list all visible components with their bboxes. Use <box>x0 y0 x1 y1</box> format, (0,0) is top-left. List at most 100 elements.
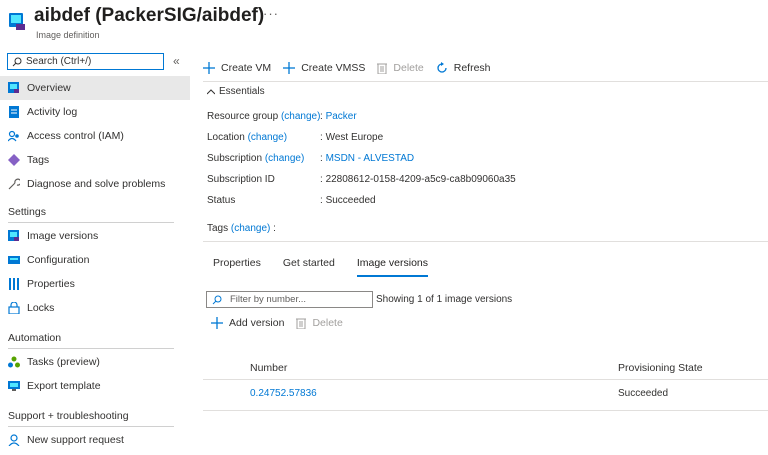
delete-button[interactable]: Delete <box>377 62 424 74</box>
colon: : <box>320 174 323 185</box>
wrench-icon <box>8 178 20 190</box>
sidebar-item-label: Tags <box>27 154 50 166</box>
chevron-up-icon <box>207 88 215 94</box>
collapse-sidebar-button[interactable]: « <box>173 54 180 68</box>
sidebar-item-diagnose[interactable]: Diagnose and solve problems <box>0 172 190 196</box>
resource-group-link[interactable]: Packer <box>326 111 357 122</box>
refresh-button[interactable]: Refresh <box>436 62 491 74</box>
tab-image-versions[interactable]: Image versions <box>356 257 429 277</box>
page-subtitle: Image definition <box>36 30 100 40</box>
sidebar-item-overview[interactable]: Overview <box>0 76 190 100</box>
section-divider <box>8 222 174 223</box>
more-options-button[interactable]: ··· <box>263 6 279 21</box>
add-version-button[interactable]: Add version <box>211 317 284 329</box>
property-label: Status <box>207 195 236 206</box>
colon: : <box>320 195 323 206</box>
essentials-toggle[interactable]: Essentials <box>207 86 265 97</box>
sidebar-item-properties[interactable]: Properties <box>0 272 190 296</box>
sidebar: Search (Ctrl+/) « Overview Activity log … <box>0 50 190 455</box>
add-version-label: Add version <box>229 317 285 329</box>
colon: : <box>320 132 323 143</box>
search-icon <box>12 57 22 66</box>
refresh-icon <box>437 62 447 73</box>
sidebar-item-label: Access control (IAM) <box>27 130 124 142</box>
sidebar-item-locks[interactable]: Locks <box>0 296 190 320</box>
sidebar-item-tags[interactable]: Tags <box>0 148 190 172</box>
create-vm-button[interactable]: Create VM <box>203 62 271 74</box>
settings-section-header: Settings <box>8 206 46 218</box>
colon: : <box>320 153 323 164</box>
delete-version-label: Delete <box>312 317 343 329</box>
sidebar-item-tasks[interactable]: Tasks (preview) <box>0 350 190 374</box>
colon: : <box>273 223 276 234</box>
activity-log-icon <box>8 106 20 118</box>
sidebar-item-label: Properties <box>27 278 75 290</box>
tab-properties[interactable]: Properties <box>213 257 261 275</box>
subscription-link[interactable]: MSDN - ALVESTAD <box>326 153 415 164</box>
delete-label: Delete <box>393 62 424 74</box>
column-header-provisioning-state[interactable]: Provisioning State <box>618 362 703 374</box>
property-label: Tags <box>207 223 229 234</box>
sidebar-item-label: Image versions <box>27 230 99 242</box>
automation-section-header: Automation <box>8 332 62 344</box>
table-row-divider <box>203 410 768 411</box>
sidebar-item-label: Export template <box>27 380 101 392</box>
configuration-icon <box>8 254 20 266</box>
main-content: Create VM Create VMSS Delete Refresh Ess… <box>203 50 768 455</box>
sidebar-search-input[interactable]: Search (Ctrl+/) <box>7 53 164 70</box>
export-template-icon <box>8 380 20 392</box>
change-resource-group-link[interactable]: (change) <box>281 111 320 122</box>
essentials-divider <box>203 241 768 242</box>
sidebar-item-iam[interactable]: Access control (IAM) <box>0 124 190 148</box>
lock-icon <box>8 302 20 314</box>
essentials-label: Essentials <box>219 86 265 97</box>
plus-icon <box>211 317 223 329</box>
versions-count-text: Showing 1 of 1 image versions <box>376 294 513 305</box>
create-vmss-label: Create VMSS <box>301 62 366 74</box>
support-section-header: Support + troubleshooting <box>8 410 129 422</box>
section-divider <box>8 426 174 427</box>
sidebar-item-activity-log[interactable]: Activity log <box>0 100 190 124</box>
provisioning-state-value: Succeeded <box>618 388 669 399</box>
sidebar-item-label: Locks <box>27 302 55 314</box>
sidebar-item-label: Overview <box>27 82 71 94</box>
create-vmss-button[interactable]: Create VMSS <box>283 62 365 74</box>
trash-icon <box>296 318 307 329</box>
filter-by-number-input[interactable]: Filter by number... <box>206 291 373 308</box>
tab-get-started[interactable]: Get started <box>283 257 335 275</box>
sidebar-item-label: New support request <box>27 434 124 446</box>
property-label: Location <box>207 132 245 143</box>
command-bar-divider <box>203 81 768 82</box>
create-vm-label: Create VM <box>221 62 272 74</box>
sidebar-item-label: Diagnose and solve problems <box>27 178 166 190</box>
property-label: Resource group <box>207 111 279 122</box>
change-location-link[interactable]: (change) <box>248 132 287 143</box>
tasks-icon <box>8 356 20 368</box>
property-label: Subscription <box>207 153 263 164</box>
version-number-link[interactable]: 0.24752.57836 <box>250 388 317 399</box>
trash-icon <box>377 63 388 74</box>
sidebar-item-image-versions[interactable]: Image versions <box>0 224 190 248</box>
sidebar-item-label: Configuration <box>27 254 90 266</box>
change-tags-link[interactable]: (change) <box>231 223 270 234</box>
change-subscription-link[interactable]: (change) <box>265 153 304 164</box>
table-header: Number Provisioning State <box>203 356 768 380</box>
support-icon <box>8 434 20 446</box>
sidebar-item-export-template[interactable]: Export template <box>0 374 190 398</box>
delete-version-button[interactable]: Delete <box>296 317 343 329</box>
colon: : <box>320 111 323 122</box>
sidebar-item-configuration[interactable]: Configuration <box>0 248 190 272</box>
table-row: 0.24752.57836 Succeeded <box>203 382 768 410</box>
section-divider <box>8 348 174 349</box>
column-header-number[interactable]: Number <box>250 362 287 374</box>
search-icon <box>212 295 222 304</box>
property-label: Subscription ID <box>207 174 275 185</box>
page-title: aibdef (PackerSIG/aibdef) <box>34 5 265 26</box>
sidebar-item-new-support-request[interactable]: New support request <box>0 428 190 452</box>
versions-toolbar: Add version Delete <box>211 315 355 331</box>
search-placeholder: Search (Ctrl+/) <box>26 56 92 67</box>
command-bar: Create VM Create VMSS Delete Refresh <box>203 58 503 78</box>
plus-icon <box>203 62 215 74</box>
page-header: aibdef (PackerSIG/aibdef) ··· Image defi… <box>0 0 768 45</box>
iam-icon <box>8 130 20 142</box>
